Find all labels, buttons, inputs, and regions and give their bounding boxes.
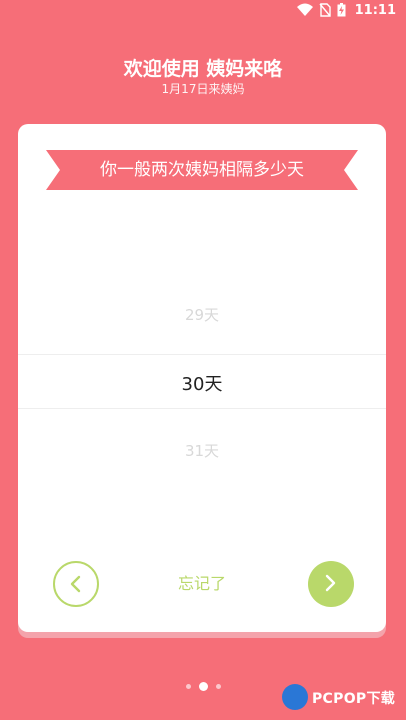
setup-card: 你一般两次姨妈相隔多少天 29天 30天 31天 忘记了: [18, 124, 386, 632]
page-dot-3: [215, 684, 221, 689]
watermark-text: PCPOP下载: [312, 691, 396, 707]
wifi-icon: [297, 3, 313, 21]
page-title: 欢迎使用 姨妈来咯: [123, 58, 283, 80]
next-button[interactable]: [308, 561, 354, 607]
question-ribbon: 你一般两次姨妈相隔多少天: [46, 150, 358, 190]
picker-option-selected[interactable]: 30天: [18, 370, 386, 396]
chevron-right-icon: [325, 574, 336, 592]
picker-option-next[interactable]: 31天: [18, 440, 386, 461]
battery-charging-icon: [337, 3, 346, 21]
page-dot-1: [185, 684, 191, 689]
status-time: 11:11: [354, 3, 396, 18]
page-dot-2: [198, 682, 208, 691]
picker-option-prev[interactable]: 29天: [18, 304, 386, 325]
cycle-days-picker[interactable]: 29天 30天 31天: [18, 274, 386, 464]
page-subtitle: 1月17日来姨妈: [161, 82, 245, 96]
status-bar: 11:11: [0, 0, 406, 22]
no-sim-icon: [319, 3, 331, 21]
question-text: 你一般两次姨妈相隔多少天: [100, 160, 304, 180]
status-icons: [297, 3, 346, 21]
watermark-logo: [282, 684, 308, 710]
picker-divider-top: [18, 354, 386, 355]
picker-divider-bottom: [18, 408, 386, 409]
